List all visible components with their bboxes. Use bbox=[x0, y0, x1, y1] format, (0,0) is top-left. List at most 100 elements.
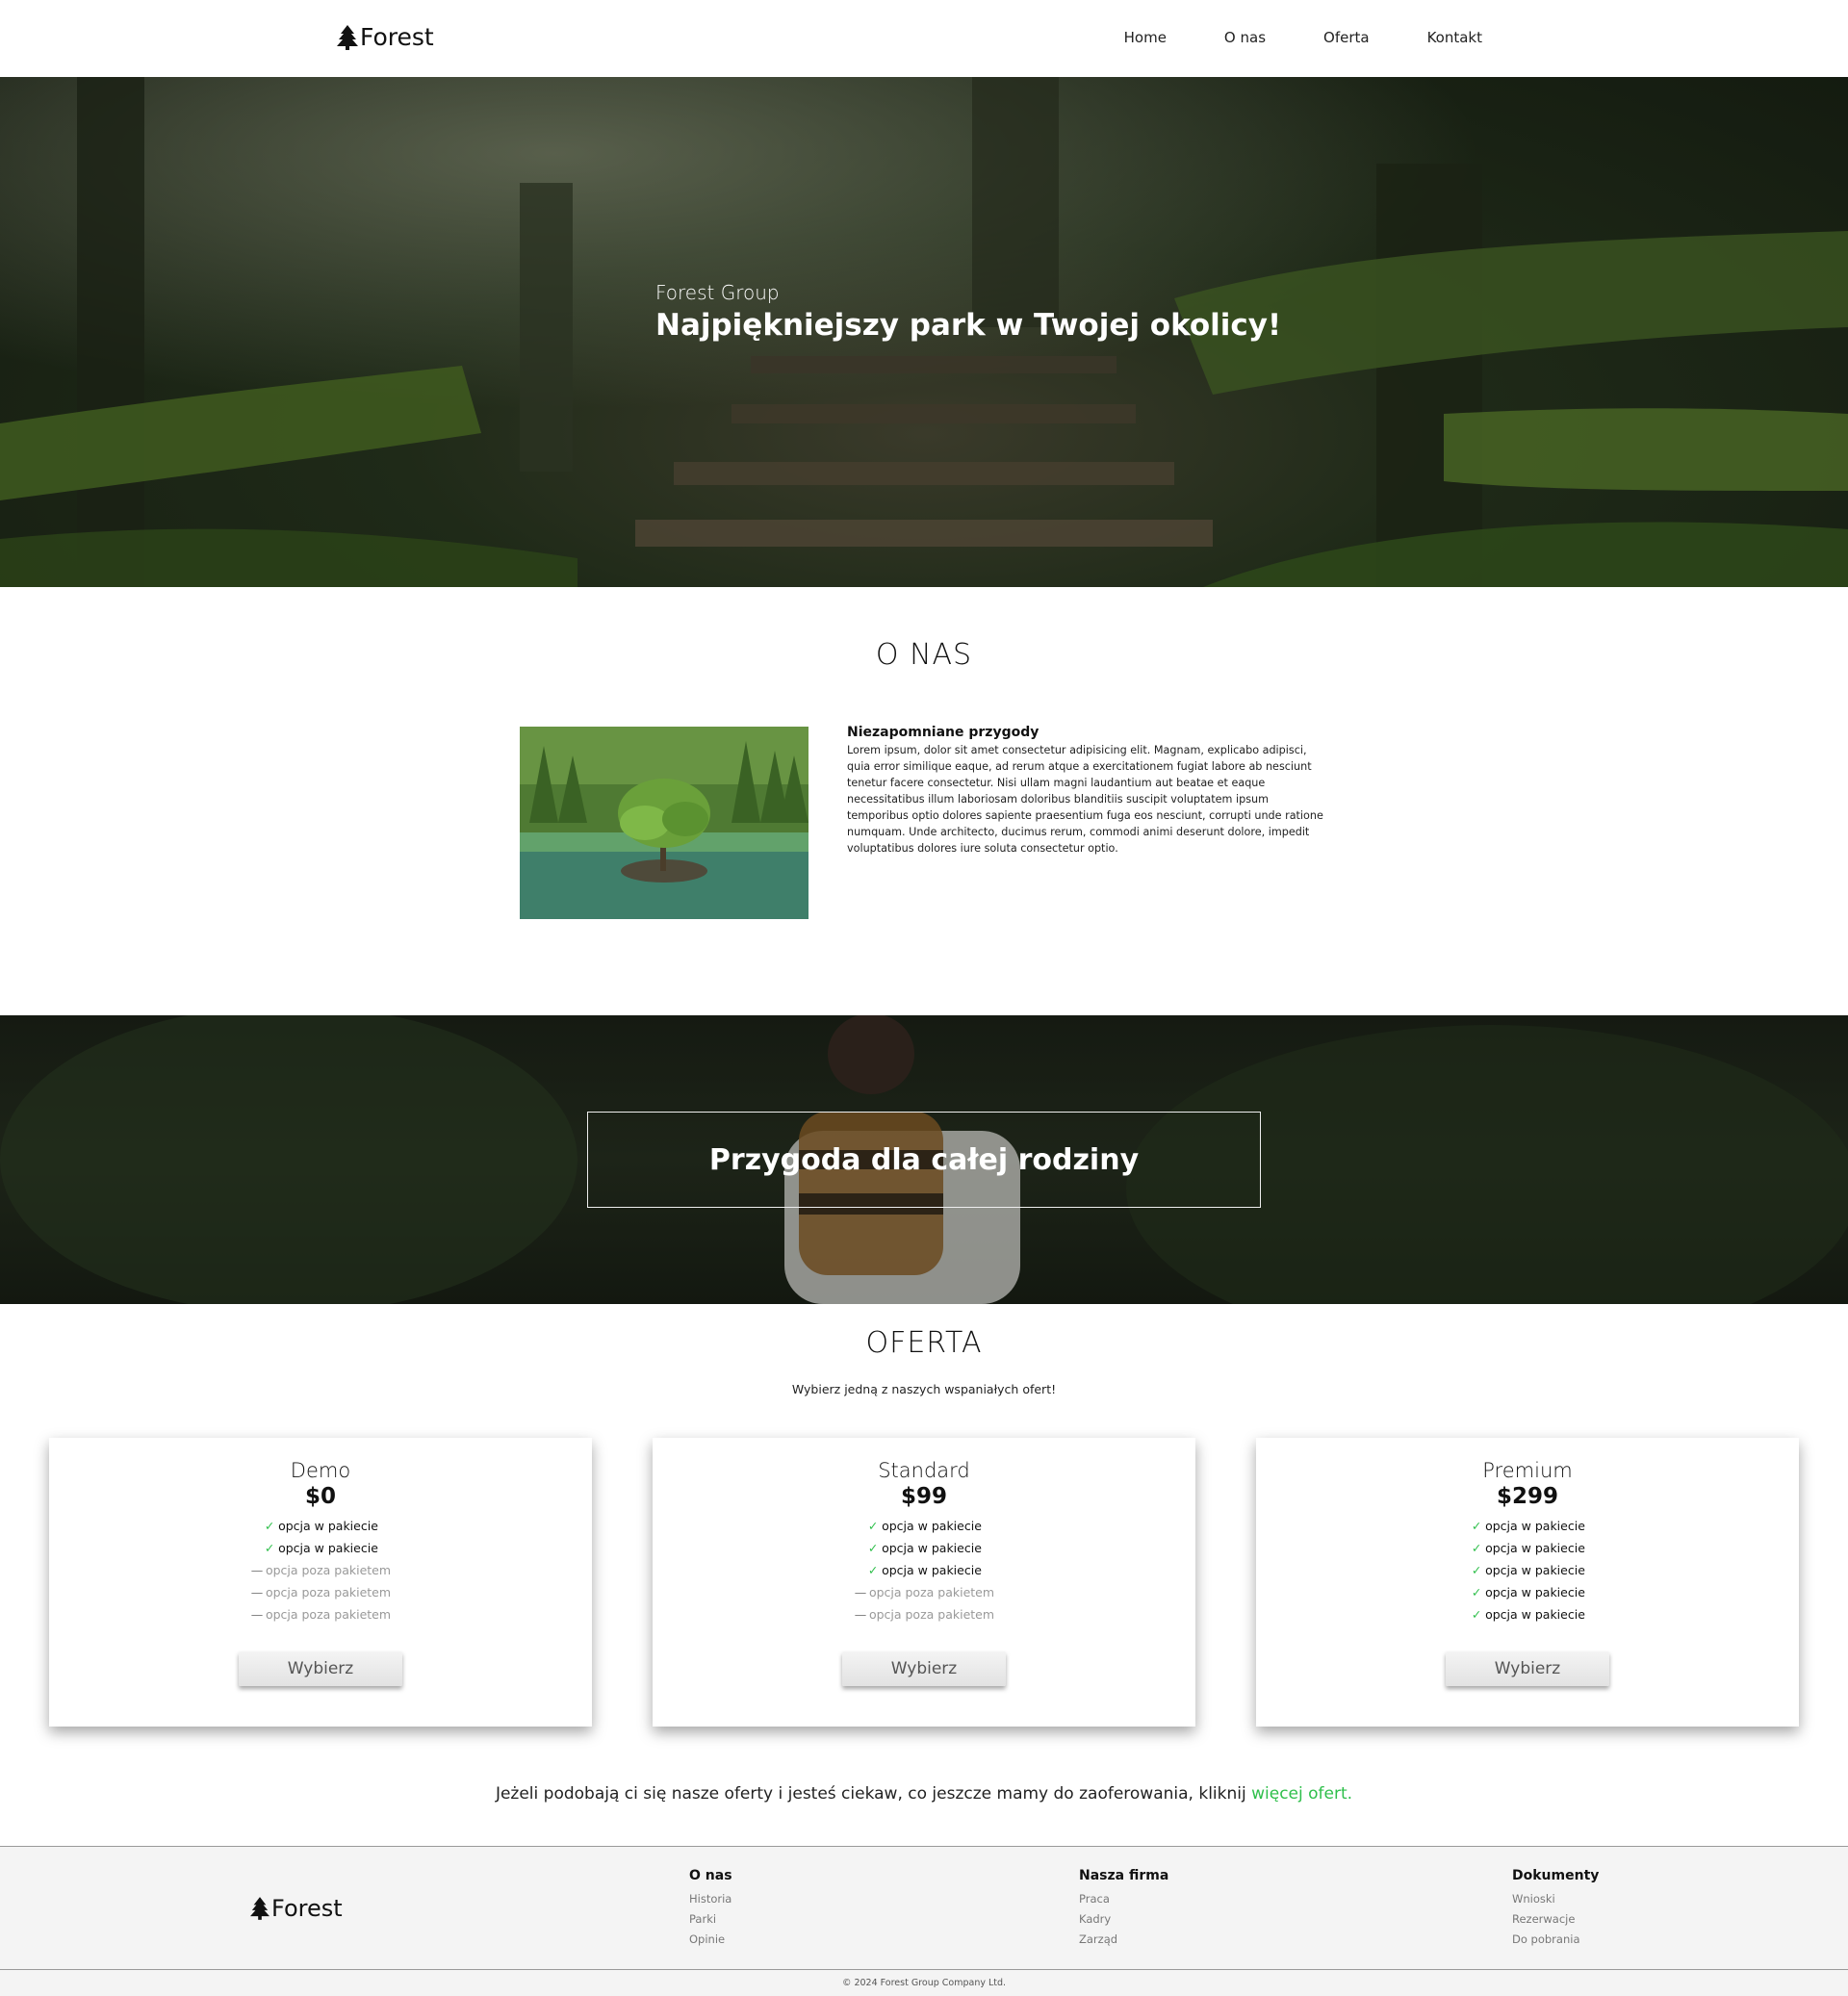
family-banner: Przygoda dla całej rodziny bbox=[0, 1015, 1848, 1304]
plan-name: Demo bbox=[290, 1459, 351, 1482]
footer-link[interactable]: Historia bbox=[689, 1889, 732, 1909]
footer-logo[interactable]: Forest bbox=[250, 1895, 343, 1922]
feature-label: opcja w pakiecie bbox=[882, 1541, 982, 1555]
nav-link-oferta[interactable]: Oferta bbox=[1323, 29, 1370, 46]
tree-icon bbox=[337, 24, 358, 50]
footer-link[interactable]: Zarząd bbox=[1079, 1930, 1168, 1950]
plan-price: $99 bbox=[900, 1484, 947, 1509]
footer-link[interactable]: Opinie bbox=[689, 1930, 732, 1950]
plan-price: $0 bbox=[304, 1484, 336, 1509]
nav-link-home[interactable]: Home bbox=[1124, 29, 1167, 46]
feature-excluded: — opcja poza pakietem bbox=[653, 1603, 1195, 1625]
about-text-block: Niezapomniane przygody Lorem ipsum, dolo… bbox=[847, 725, 1330, 857]
feature-excluded: — opcja poza pakietem bbox=[49, 1559, 592, 1581]
choose-plan-button[interactable]: Wybierz bbox=[239, 1651, 402, 1686]
choose-plan-button[interactable]: Wybierz bbox=[842, 1651, 1006, 1686]
plan-card-standard: Standard $99 ✓ opcja w pakiecie ✓ opcja w p… bbox=[653, 1438, 1195, 1727]
feature-label: opcja w pakiecie bbox=[278, 1519, 378, 1533]
feature-label: opcja poza pakietem bbox=[868, 1607, 995, 1622]
feature-label: opcja w pakiecie bbox=[1485, 1541, 1585, 1555]
plan-feature-list: ✓ opcja w pakiecie ✓ opcja w pakiecie — opcja… bbox=[49, 1515, 592, 1625]
more-offers-link[interactable]: więcej ofert. bbox=[1251, 1784, 1352, 1804]
feature-label: opcja poza pakietem bbox=[265, 1585, 392, 1599]
feature-included: ✓ opcja w pakiecie bbox=[653, 1515, 1195, 1537]
feature-included: ✓ opcja w pakiecie bbox=[1256, 1515, 1799, 1537]
hero-subtitle: Forest Group bbox=[655, 281, 780, 304]
dash-icon: — bbox=[250, 1563, 264, 1577]
feature-label: opcja w pakiecie bbox=[882, 1563, 982, 1577]
footer-link[interactable]: Do pobrania bbox=[1512, 1930, 1599, 1950]
dash-icon: — bbox=[854, 1607, 867, 1622]
top-navbar: Forest Home O nas Oferta Kontakt bbox=[0, 0, 1848, 77]
about-heading: Niezapomniane przygody bbox=[847, 725, 1040, 740]
footer-column-dokumenty: Dokumenty Wnioski Rezerwacje Do pobrania bbox=[1512, 1868, 1599, 1950]
footer-column-title: Nasza firma bbox=[1079, 1868, 1169, 1883]
footer-link[interactable]: Parki bbox=[689, 1909, 732, 1930]
check-icon: ✓ bbox=[1471, 1563, 1482, 1577]
offer-section-title: OFERTA bbox=[865, 1326, 983, 1360]
dash-icon: — bbox=[250, 1585, 264, 1599]
plan-price: $299 bbox=[1496, 1484, 1558, 1509]
feature-label: opcja w pakiecie bbox=[1485, 1563, 1585, 1577]
plan-card-demo: Demo $0 ✓ opcja w pakiecie ✓ opcja w pakiec… bbox=[49, 1438, 592, 1727]
banner-title: Przygoda dla całej rodziny bbox=[708, 1142, 1140, 1177]
check-icon: ✓ bbox=[1471, 1541, 1482, 1555]
footer-column-title: O nas bbox=[689, 1868, 732, 1883]
tree-icon bbox=[250, 1897, 270, 1920]
copyright: © 2024 Forest Group Company Ltd. bbox=[0, 1969, 1848, 1996]
nav-links: Home O nas Oferta Kontakt bbox=[1124, 29, 1482, 46]
about-body: Lorem ipsum, dolor sit amet consectetur … bbox=[847, 744, 1323, 855]
footer: Forest O nas Historia Parki Opinie Nasza… bbox=[0, 1846, 1848, 1969]
plan-card-premium: Premium $299 ✓ opcja w pakiecie ✓ opcja w p… bbox=[1256, 1438, 1799, 1727]
hero-text: Forest Group Najpiękniejszy park w Twoje… bbox=[655, 281, 1281, 343]
feature-included: ✓ opcja w pakiecie bbox=[49, 1515, 592, 1537]
check-icon: ✓ bbox=[1471, 1607, 1482, 1622]
footer-brand-name: Forest bbox=[271, 1895, 343, 1922]
feature-included: ✓ opcja w pakiecie bbox=[1256, 1603, 1799, 1625]
feature-included: ✓ opcja w pakiecie bbox=[1256, 1559, 1799, 1581]
more-offers-sentence: Jeżeli podobają ci się nasze oferty i je… bbox=[495, 1784, 1252, 1804]
footer-link[interactable]: Praca bbox=[1079, 1889, 1168, 1909]
hero-section: Forest Group Najpiękniejszy park w Twoje… bbox=[0, 77, 1848, 587]
more-offers-text: Jeżeli podobają ci się nasze oferty i je… bbox=[0, 1784, 1848, 1804]
check-icon: ✓ bbox=[867, 1541, 879, 1555]
footer-link[interactable]: Kadry bbox=[1079, 1909, 1168, 1930]
feature-label: opcja w pakiecie bbox=[1485, 1607, 1585, 1622]
feature-excluded: — opcja poza pakietem bbox=[49, 1581, 592, 1603]
check-icon: ✓ bbox=[264, 1519, 275, 1533]
feature-label: opcja poza pakietem bbox=[868, 1585, 995, 1599]
check-icon: ✓ bbox=[867, 1519, 879, 1533]
footer-column-o-nas: O nas Historia Parki Opinie bbox=[689, 1868, 732, 1950]
brand-name: Forest bbox=[360, 23, 434, 51]
feature-included: ✓ opcja w pakiecie bbox=[49, 1537, 592, 1559]
nav-link-o-nas[interactable]: O nas bbox=[1224, 29, 1266, 46]
plan-name: Standard bbox=[878, 1459, 970, 1482]
feature-label: opcja poza pakietem bbox=[265, 1607, 392, 1622]
dash-icon: — bbox=[854, 1585, 867, 1599]
feature-excluded: — opcja poza pakietem bbox=[653, 1581, 1195, 1603]
check-icon: ✓ bbox=[1471, 1585, 1482, 1599]
footer-link[interactable]: Rezerwacje bbox=[1512, 1909, 1599, 1930]
about-section-title: O NAS bbox=[875, 638, 973, 672]
nav-link-kontakt[interactable]: Kontakt bbox=[1427, 29, 1482, 46]
feature-included: ✓ opcja w pakiecie bbox=[1256, 1581, 1799, 1603]
offer-subtitle: Wybierz jedną z naszych wspaniałych ofer… bbox=[791, 1382, 1057, 1396]
plan-name: Premium bbox=[1482, 1459, 1573, 1482]
feature-label: opcja w pakiecie bbox=[1485, 1519, 1585, 1533]
footer-column-nasza-firma: Nasza firma Praca Kadry Zarząd bbox=[1079, 1868, 1168, 1950]
check-icon: ✓ bbox=[264, 1541, 275, 1555]
plan-feature-list: ✓ opcja w pakiecie ✓ opcja w pakiecie ✓ opcja… bbox=[653, 1515, 1195, 1625]
feature-label: opcja w pakiecie bbox=[278, 1541, 378, 1555]
footer-link[interactable]: Wnioski bbox=[1512, 1889, 1599, 1909]
feature-excluded: — opcja poza pakietem bbox=[49, 1603, 592, 1625]
banner-frame: Przygoda dla całej rodziny bbox=[587, 1112, 1261, 1208]
about-lake-image bbox=[520, 727, 808, 919]
brand-logo[interactable]: Forest bbox=[337, 23, 434, 51]
feature-included: ✓ opcja w pakiecie bbox=[653, 1559, 1195, 1581]
footer-column-title: Dokumenty bbox=[1512, 1868, 1600, 1883]
feature-label: opcja w pakiecie bbox=[1485, 1585, 1585, 1599]
check-icon: ✓ bbox=[867, 1563, 879, 1577]
plan-feature-list: ✓ opcja w pakiecie ✓ opcja w pakiecie ✓ opcja… bbox=[1256, 1515, 1799, 1625]
feature-included: ✓ opcja w pakiecie bbox=[653, 1537, 1195, 1559]
choose-plan-button[interactable]: Wybierz bbox=[1446, 1651, 1609, 1686]
